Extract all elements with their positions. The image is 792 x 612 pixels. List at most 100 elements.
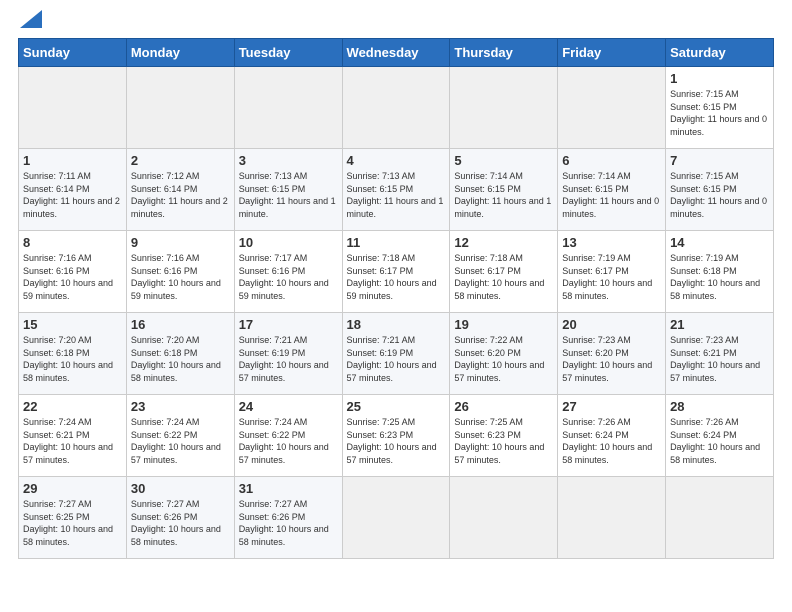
day-info: Sunrise: 7:25 AM Sunset: 6:23 PM Dayligh… (454, 416, 553, 466)
calendar-cell: 1 Sunrise: 7:11 AM Sunset: 6:14 PM Dayli… (19, 149, 127, 231)
calendar-cell: 22 Sunrise: 7:24 AM Sunset: 6:21 PM Dayl… (19, 395, 127, 477)
day-number: 14 (670, 235, 769, 250)
day-number: 30 (131, 481, 230, 496)
day-info: Sunrise: 7:23 AM Sunset: 6:20 PM Dayligh… (562, 334, 661, 384)
day-number: 31 (239, 481, 338, 496)
day-number: 8 (23, 235, 122, 250)
calendar-cell (19, 67, 127, 149)
day-number: 5 (454, 153, 553, 168)
week-row-0: 1 Sunrise: 7:15 AM Sunset: 6:15 PM Dayli… (19, 67, 774, 149)
day-number: 29 (23, 481, 122, 496)
calendar-cell: 5 Sunrise: 7:14 AM Sunset: 6:15 PM Dayli… (450, 149, 558, 231)
day-info: Sunrise: 7:11 AM Sunset: 6:14 PM Dayligh… (23, 170, 122, 220)
day-info: Sunrise: 7:21 AM Sunset: 6:19 PM Dayligh… (239, 334, 338, 384)
day-info: Sunrise: 7:19 AM Sunset: 6:18 PM Dayligh… (670, 252, 769, 302)
day-info: Sunrise: 7:13 AM Sunset: 6:15 PM Dayligh… (239, 170, 338, 220)
day-info: Sunrise: 7:26 AM Sunset: 6:24 PM Dayligh… (670, 416, 769, 466)
col-header-friday: Friday (558, 39, 666, 67)
day-info: Sunrise: 7:25 AM Sunset: 6:23 PM Dayligh… (347, 416, 446, 466)
day-info: Sunrise: 7:26 AM Sunset: 6:24 PM Dayligh… (562, 416, 661, 466)
day-number: 13 (562, 235, 661, 250)
day-number: 1 (670, 71, 769, 86)
day-info: Sunrise: 7:13 AM Sunset: 6:15 PM Dayligh… (347, 170, 446, 220)
calendar-cell: 23 Sunrise: 7:24 AM Sunset: 6:22 PM Dayl… (126, 395, 234, 477)
calendar-cell: 9 Sunrise: 7:16 AM Sunset: 6:16 PM Dayli… (126, 231, 234, 313)
calendar-cell: 10 Sunrise: 7:17 AM Sunset: 6:16 PM Dayl… (234, 231, 342, 313)
day-info: Sunrise: 7:14 AM Sunset: 6:15 PM Dayligh… (454, 170, 553, 220)
day-number: 2 (131, 153, 230, 168)
day-number: 25 (347, 399, 446, 414)
day-info: Sunrise: 7:27 AM Sunset: 6:26 PM Dayligh… (239, 498, 338, 548)
day-info: Sunrise: 7:21 AM Sunset: 6:19 PM Dayligh… (347, 334, 446, 384)
day-info: Sunrise: 7:14 AM Sunset: 6:15 PM Dayligh… (562, 170, 661, 220)
calendar-cell: 19 Sunrise: 7:22 AM Sunset: 6:20 PM Dayl… (450, 313, 558, 395)
calendar-cell: 17 Sunrise: 7:21 AM Sunset: 6:19 PM Dayl… (234, 313, 342, 395)
day-info: Sunrise: 7:22 AM Sunset: 6:20 PM Dayligh… (454, 334, 553, 384)
calendar-cell: 2 Sunrise: 7:12 AM Sunset: 6:14 PM Dayli… (126, 149, 234, 231)
day-info: Sunrise: 7:12 AM Sunset: 6:14 PM Dayligh… (131, 170, 230, 220)
day-number: 18 (347, 317, 446, 332)
calendar-cell (450, 477, 558, 559)
day-info: Sunrise: 7:24 AM Sunset: 6:21 PM Dayligh… (23, 416, 122, 466)
day-number: 6 (562, 153, 661, 168)
day-number: 3 (239, 153, 338, 168)
col-header-thursday: Thursday (450, 39, 558, 67)
calendar-cell: 11 Sunrise: 7:18 AM Sunset: 6:17 PM Dayl… (342, 231, 450, 313)
calendar-cell: 4 Sunrise: 7:13 AM Sunset: 6:15 PM Dayli… (342, 149, 450, 231)
day-info: Sunrise: 7:19 AM Sunset: 6:17 PM Dayligh… (562, 252, 661, 302)
calendar-cell (342, 67, 450, 149)
week-row-1: 1 Sunrise: 7:11 AM Sunset: 6:14 PM Dayli… (19, 149, 774, 231)
page-header (18, 18, 774, 28)
calendar-cell: 26 Sunrise: 7:25 AM Sunset: 6:23 PM Dayl… (450, 395, 558, 477)
day-number: 10 (239, 235, 338, 250)
col-header-monday: Monday (126, 39, 234, 67)
calendar-cell (450, 67, 558, 149)
day-info: Sunrise: 7:24 AM Sunset: 6:22 PM Dayligh… (239, 416, 338, 466)
day-number: 27 (562, 399, 661, 414)
calendar-cell: 27 Sunrise: 7:26 AM Sunset: 6:24 PM Dayl… (558, 395, 666, 477)
calendar-cell: 18 Sunrise: 7:21 AM Sunset: 6:19 PM Dayl… (342, 313, 450, 395)
week-row-2: 8 Sunrise: 7:16 AM Sunset: 6:16 PM Dayli… (19, 231, 774, 313)
week-row-5: 29 Sunrise: 7:27 AM Sunset: 6:25 PM Dayl… (19, 477, 774, 559)
calendar-page: SundayMondayTuesdayWednesdayThursdayFrid… (0, 0, 792, 612)
week-row-3: 15 Sunrise: 7:20 AM Sunset: 6:18 PM Dayl… (19, 313, 774, 395)
day-info: Sunrise: 7:18 AM Sunset: 6:17 PM Dayligh… (454, 252, 553, 302)
day-number: 20 (562, 317, 661, 332)
day-info: Sunrise: 7:18 AM Sunset: 6:17 PM Dayligh… (347, 252, 446, 302)
day-number: 16 (131, 317, 230, 332)
day-info: Sunrise: 7:16 AM Sunset: 6:16 PM Dayligh… (23, 252, 122, 302)
day-number: 26 (454, 399, 553, 414)
day-info: Sunrise: 7:23 AM Sunset: 6:21 PM Dayligh… (670, 334, 769, 384)
calendar-cell: 6 Sunrise: 7:14 AM Sunset: 6:15 PM Dayli… (558, 149, 666, 231)
col-header-sunday: Sunday (19, 39, 127, 67)
day-info: Sunrise: 7:24 AM Sunset: 6:22 PM Dayligh… (131, 416, 230, 466)
calendar-cell (234, 67, 342, 149)
calendar-cell (342, 477, 450, 559)
calendar-body: 1 Sunrise: 7:15 AM Sunset: 6:15 PM Dayli… (19, 67, 774, 559)
day-info: Sunrise: 7:27 AM Sunset: 6:25 PM Dayligh… (23, 498, 122, 548)
col-header-wednesday: Wednesday (342, 39, 450, 67)
col-header-saturday: Saturday (666, 39, 774, 67)
day-number: 17 (239, 317, 338, 332)
day-info: Sunrise: 7:15 AM Sunset: 6:15 PM Dayligh… (670, 88, 769, 138)
day-number: 23 (131, 399, 230, 414)
calendar-cell: 28 Sunrise: 7:26 AM Sunset: 6:24 PM Dayl… (666, 395, 774, 477)
calendar-cell (666, 477, 774, 559)
calendar-table: SundayMondayTuesdayWednesdayThursdayFrid… (18, 38, 774, 559)
calendar-cell: 24 Sunrise: 7:24 AM Sunset: 6:22 PM Dayl… (234, 395, 342, 477)
logo (18, 18, 42, 28)
day-number: 9 (131, 235, 230, 250)
day-number: 11 (347, 235, 446, 250)
calendar-cell: 15 Sunrise: 7:20 AM Sunset: 6:18 PM Dayl… (19, 313, 127, 395)
calendar-cell: 21 Sunrise: 7:23 AM Sunset: 6:21 PM Dayl… (666, 313, 774, 395)
calendar-cell: 8 Sunrise: 7:16 AM Sunset: 6:16 PM Dayli… (19, 231, 127, 313)
day-number: 12 (454, 235, 553, 250)
col-header-tuesday: Tuesday (234, 39, 342, 67)
day-number: 28 (670, 399, 769, 414)
day-number: 4 (347, 153, 446, 168)
day-number: 7 (670, 153, 769, 168)
week-row-4: 22 Sunrise: 7:24 AM Sunset: 6:21 PM Dayl… (19, 395, 774, 477)
calendar-cell (558, 67, 666, 149)
calendar-cell: 20 Sunrise: 7:23 AM Sunset: 6:20 PM Dayl… (558, 313, 666, 395)
calendar-cell: 29 Sunrise: 7:27 AM Sunset: 6:25 PM Dayl… (19, 477, 127, 559)
